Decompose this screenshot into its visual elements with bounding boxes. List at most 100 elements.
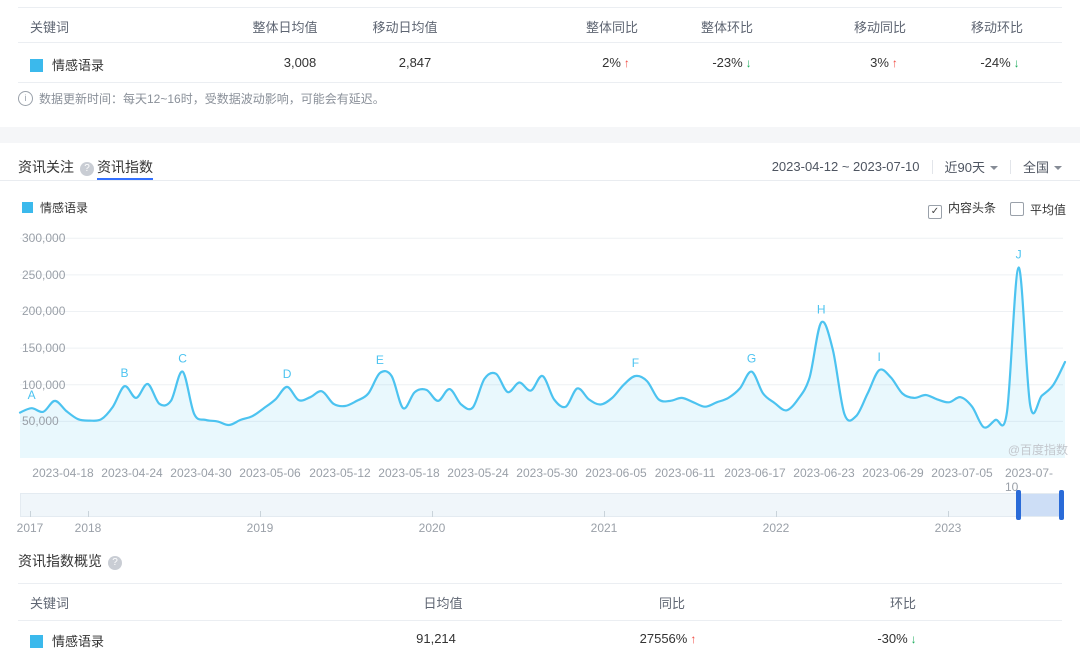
checkbox-label: 内容头条 — [948, 201, 996, 215]
keyword-label: 情感语录 — [52, 634, 104, 649]
date-range[interactable]: 2023-04-12 ~ 2023-07-10 — [772, 159, 920, 174]
divider — [18, 82, 1062, 83]
x-axis-tick-label: 2023-05-24 — [447, 466, 508, 480]
ov-col-header-yoy: 同比 — [659, 593, 685, 612]
timeline-slider[interactable] — [20, 493, 1063, 517]
keyword-cell[interactable]: 情感语录 — [30, 55, 104, 74]
slider-handle-left[interactable] — [1016, 490, 1021, 520]
help-icon[interactable]: ? — [80, 162, 94, 176]
x-axis-tick-label: 2023-06-11 — [655, 466, 716, 480]
col-header-overall-mom: 整体环比 — [701, 17, 753, 36]
overall-mom-value: -23%↓ — [712, 55, 751, 70]
peak-label-H: H — [817, 303, 826, 317]
col-header-mobile-daily-avg: 移动日均值 — [372, 17, 437, 36]
note-text: 数据更新时间：每天12~16时，受数据波动影响，可能会有延迟。 — [39, 90, 385, 107]
mobile-mom-value: -24%↓ — [980, 55, 1019, 70]
peak-label-E: E — [376, 353, 384, 367]
peak-label-A: A — [28, 388, 36, 402]
divider — [18, 583, 1062, 584]
keyword-label: 情感语录 — [52, 58, 104, 73]
checkbox-content-headline[interactable]: ✓ 内容头条 — [928, 199, 996, 219]
tab-label: 资讯关注 — [18, 159, 74, 175]
tab-news-attention[interactable]: 资讯关注? — [18, 157, 94, 177]
ov-daily-avg-value: 91,214 — [416, 631, 456, 646]
help-icon[interactable]: ? — [108, 556, 122, 570]
divider — [18, 620, 1062, 621]
ov-mom-value: -30%↓ — [877, 631, 916, 646]
peak-label-C: C — [178, 352, 187, 366]
mobile-yoy-value: 3%↑ — [870, 55, 898, 70]
chevron-down-icon — [1054, 166, 1062, 174]
x-axis-tick-label: 2023-05-18 — [378, 466, 439, 480]
range-select[interactable]: 近90天 — [945, 157, 998, 176]
x-axis-tick-label: 2023-06-23 — [793, 466, 854, 480]
overall-daily-avg-value: 3,008 — [284, 55, 317, 70]
slider-year-label: 2021 — [591, 521, 618, 535]
region-select-label: 全国 — [1023, 160, 1049, 175]
tab-news-index[interactable]: 资讯指数 — [97, 157, 153, 177]
slider-year-label: 2018 — [75, 521, 102, 535]
range-select-label: 近90天 — [945, 160, 985, 175]
section-divider-band — [0, 127, 1080, 143]
overview-title: 资讯指数概览? — [18, 551, 122, 571]
x-axis-tick-label: 2023-04-30 — [170, 466, 231, 480]
baidu-index-page: 关键词 整体日均值 移动日均值 整体同比 整体环比 移动同比 移动环比 情感语录… — [0, 0, 1080, 657]
trend-line-chart[interactable]: ABCDEFGHIJ — [0, 225, 1080, 462]
series-color-swatch — [30, 635, 43, 648]
legend-label: 情感语录 — [40, 201, 88, 215]
x-axis-tick-label: 2023-05-06 — [239, 466, 300, 480]
checkbox-average[interactable]: 平均值 — [1010, 201, 1066, 218]
x-axis-tick-label: 2023-04-18 — [32, 466, 93, 480]
col-header-mobile-yoy: 移动同比 — [854, 17, 906, 36]
slider-selected-range[interactable] — [1018, 494, 1060, 516]
x-axis-tick-label: 2023-07-10 — [1005, 466, 1055, 494]
series-color-swatch — [30, 59, 43, 72]
overview-title-text: 资讯指数概览 — [18, 553, 102, 569]
ov-keyword-cell[interactable]: 情感语录 — [30, 631, 104, 650]
checkbox-checked-icon: ✓ — [928, 205, 942, 219]
chevron-down-icon — [990, 166, 998, 174]
slider-year-label: 2019 — [247, 521, 274, 535]
active-tab-underline — [97, 178, 153, 180]
overall-yoy-value: 2%↑ — [602, 55, 630, 70]
divider — [932, 160, 933, 174]
x-axis-tick-label: 2023-06-17 — [724, 466, 785, 480]
x-axis-tick-label: 2023-06-05 — [585, 466, 646, 480]
divider — [18, 7, 1062, 8]
divider — [18, 42, 1062, 43]
peak-label-B: B — [120, 366, 128, 380]
ov-yoy-value: 27556%↑ — [640, 631, 697, 646]
tab-label: 资讯指数 — [97, 159, 153, 175]
series-color-swatch — [22, 202, 33, 213]
x-axis-tick-label: 2023-07-05 — [931, 466, 992, 480]
checkbox-unchecked-icon — [1010, 202, 1024, 216]
x-axis-tick-label: 2023-05-30 — [516, 466, 577, 480]
divider — [1010, 160, 1011, 174]
x-axis-tick-label: 2023-04-24 — [101, 466, 162, 480]
slider-year-label: 2020 — [419, 521, 446, 535]
mobile-daily-avg-value: 2,847 — [399, 55, 432, 70]
col-header-mobile-mom: 移动环比 — [971, 17, 1023, 36]
peak-label-G: G — [747, 352, 756, 366]
x-axis-tick-label: 2023-06-29 — [862, 466, 923, 480]
slider-year-label: 2022 — [763, 521, 790, 535]
watermark: @百度指数 — [1008, 441, 1068, 458]
legend-item[interactable]: 情感语录 — [22, 199, 88, 216]
slider-year-label: 2017 — [17, 521, 44, 535]
peak-label-F: F — [632, 356, 639, 370]
chart-options: ✓ 内容头条 平均值 — [928, 199, 1066, 219]
peak-label-J: J — [1016, 248, 1022, 262]
ov-col-header-daily-avg: 日均值 — [423, 593, 462, 612]
region-select[interactable]: 全国 — [1023, 157, 1062, 176]
ov-col-header-mom: 环比 — [890, 593, 916, 612]
slider-year-label: 2023 — [935, 521, 962, 535]
col-header-overall-yoy: 整体同比 — [586, 17, 638, 36]
data-update-note: i 数据更新时间：每天12~16时，受数据波动影响，可能会有延迟。 — [18, 90, 385, 107]
peak-label-D: D — [283, 367, 292, 381]
slider-handle-right[interactable] — [1059, 490, 1064, 520]
series-area-fill — [20, 267, 1065, 458]
col-header-keyword: 关键词 — [30, 17, 69, 36]
ov-col-header-keyword: 关键词 — [30, 593, 69, 612]
col-header-overall-daily-avg: 整体日均值 — [252, 17, 317, 36]
checkbox-label: 平均值 — [1030, 203, 1066, 217]
